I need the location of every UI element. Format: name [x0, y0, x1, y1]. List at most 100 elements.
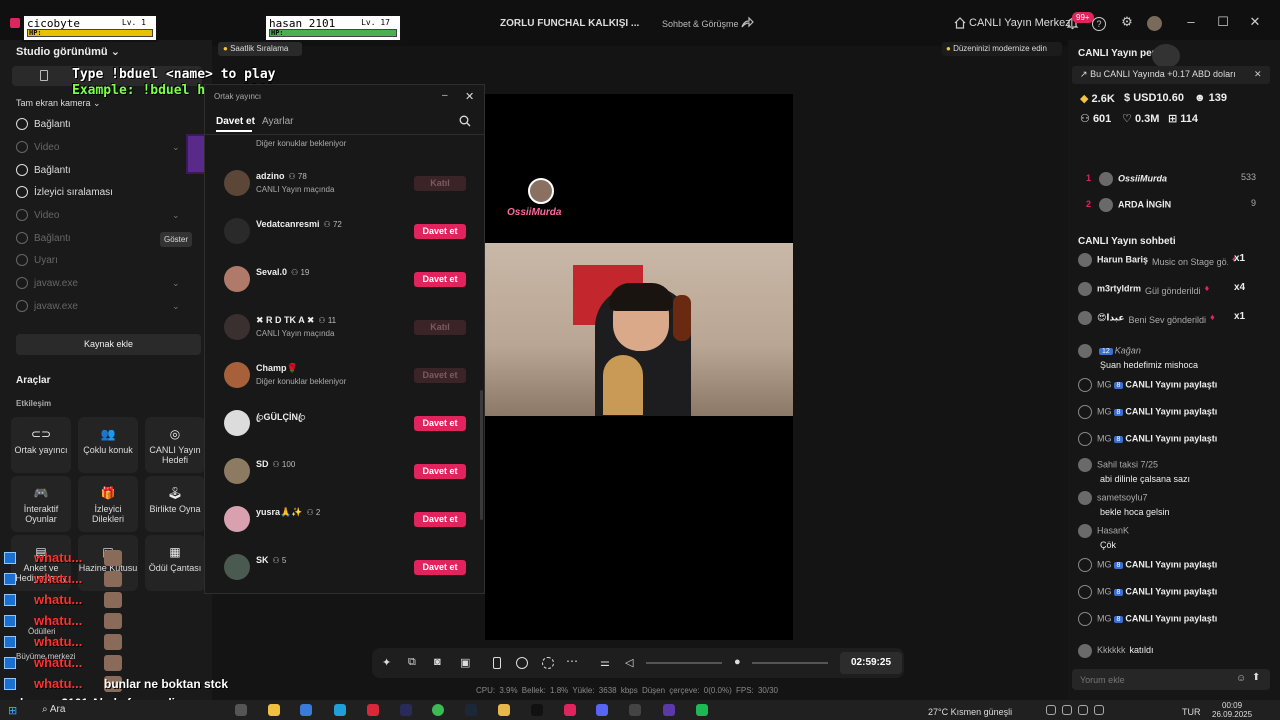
avatar[interactable] [224, 362, 250, 388]
record-icon[interactable] [516, 657, 528, 669]
help-icon[interactable]: ? [1092, 17, 1106, 31]
tool-joystick[interactable]: 🕹 Birlikte Oyna [145, 476, 205, 532]
chat-user[interactable]: MG [1097, 559, 1112, 569]
invite-button[interactable]: Davet et [414, 512, 466, 527]
maximize-icon[interactable]: ☐ [1214, 14, 1232, 32]
obs-icon[interactable] [663, 704, 675, 716]
discord-icon[interactable] [596, 704, 608, 716]
opera-icon[interactable] [367, 704, 379, 716]
avatar[interactable] [224, 266, 250, 292]
comment-input[interactable] [1080, 672, 1230, 687]
capture-icon[interactable] [542, 657, 554, 669]
chat-user[interactable]: Harun Bariş [1097, 254, 1148, 264]
send-icon[interactable]: ⬆ [1252, 672, 1260, 683]
live-center-button[interactable]: CANLI Yayın Merkezi [969, 17, 1073, 29]
close-window-icon[interactable]: ✕ [1246, 14, 1264, 32]
steam-icon[interactable] [465, 704, 477, 716]
earnings-banner[interactable]: ↗ Bu CANLI Yayında +0.17 ABD doları [1072, 66, 1270, 84]
chrome-icon[interactable] [432, 704, 444, 716]
portrait-icon[interactable] [493, 657, 501, 669]
chat-user[interactable]: MG [1097, 613, 1112, 623]
file-explorer-icon[interactable] [268, 704, 280, 716]
language-indicator[interactable]: TUR [1182, 707, 1201, 717]
avatar[interactable] [224, 410, 250, 436]
tiktok-icon[interactable] [531, 704, 543, 716]
mixer-icon[interactable]: ⚌ [600, 656, 610, 669]
emoji-icon[interactable]: ☺ [1236, 673, 1246, 684]
terminal-icon[interactable] [400, 704, 412, 716]
chevron-up-icon[interactable] [1046, 705, 1056, 715]
chevron-down-icon[interactable]: ⌄ [172, 210, 180, 221]
tool-target[interactable]: ◎ CANLI Yayın Hedefi [145, 417, 205, 473]
windows-start-icon[interactable]: ⊞ [8, 704, 17, 717]
tool-gift[interactable]: 🎁 İzleyici Dilekleri [78, 476, 138, 532]
banner-close-icon[interactable]: ✕ [1254, 69, 1262, 80]
chevron-down-icon[interactable]: ⌄ [172, 278, 180, 289]
top-gifter-row[interactable]: 2 ARDA İNGİN 9 [1086, 198, 1262, 212]
join-button[interactable]: Davet et [414, 368, 466, 383]
chevron-down-icon[interactable]: ⌄ [172, 301, 180, 312]
task-view-icon[interactable] [235, 704, 247, 716]
chat-user[interactable]: Sahil taksi 7/25 [1097, 459, 1158, 469]
chat-user[interactable]: m3rtyldrm [1097, 283, 1141, 293]
invite-button[interactable]: Davet et [414, 416, 466, 431]
chat-user[interactable]: Kkkkkk [1097, 645, 1126, 655]
tool-link[interactable]: ⊂⊃ Ortak yayıncı [11, 417, 71, 473]
profile-avatar[interactable] [1147, 16, 1162, 31]
source-item[interactable]: javaw.exe [16, 300, 78, 312]
invite-button[interactable]: Davet et [414, 560, 466, 575]
search-icon[interactable] [459, 115, 471, 127]
panel-minimize-icon[interactable]: – [442, 90, 448, 101]
source-item[interactable]: javaw.exe [16, 277, 78, 289]
join-button[interactable]: Katıl [414, 320, 466, 335]
chat-user[interactable]: 😍عبدا [1097, 312, 1125, 322]
tab-settings[interactable]: Ayarlar [262, 116, 294, 127]
chevron-down-icon[interactable]: ⌄ [172, 142, 180, 153]
mic-slider[interactable] [752, 662, 828, 664]
source-item[interactable]: Uyarı [16, 254, 58, 266]
volume-tray-icon[interactable] [1078, 705, 1088, 715]
guest-avatar[interactable] [528, 178, 554, 204]
studio-view-dropdown[interactable]: Studio görünümü ⌄ [16, 45, 120, 58]
chat-user[interactable]: MG [1097, 379, 1112, 389]
tool-gamepad[interactable]: 🎮 İnteraktif Oyunlar [11, 476, 71, 532]
invite-button[interactable]: Davet et [414, 224, 466, 239]
chat-user[interactable]: MG [1097, 586, 1112, 596]
modernize-hint[interactable]: ● Düzeninizi modernize edin [942, 42, 1062, 56]
chat-user[interactable]: HasanK [1097, 525, 1129, 535]
battery-icon[interactable] [1094, 705, 1104, 715]
source-item[interactable]: Bağlantı [16, 232, 71, 244]
spotify-icon[interactable] [696, 704, 708, 716]
invite-button[interactable]: Davet et [414, 464, 466, 479]
chat-user[interactable]: sametsoylu7 [1097, 492, 1148, 502]
share-icon[interactable] [740, 16, 754, 30]
source-item[interactable]: Bağlantı [16, 164, 71, 176]
edge-icon[interactable] [334, 704, 346, 716]
avatar[interactable] [224, 218, 250, 244]
avatar[interactable] [224, 554, 250, 580]
source-item[interactable]: Bağlantı [16, 118, 71, 130]
magic-icon[interactable]: ✦ [382, 656, 391, 669]
tool-users[interactable]: 👥 Çoklu konuk [78, 417, 138, 473]
fullscreen-camera-dropdown[interactable]: Tam ekran kamera ⌄ [16, 98, 101, 109]
network-icon[interactable] [1062, 705, 1072, 715]
source-item[interactable]: İzleyici sıralaması [16, 186, 113, 198]
volume-icon[interactable]: ◁ [625, 656, 633, 669]
more-icon[interactable]: ⋯ [566, 654, 578, 668]
tab-invite[interactable]: Davet et [216, 116, 255, 127]
chat-user[interactable]: MG [1097, 433, 1112, 443]
chat-user[interactable]: Kağan [1115, 345, 1141, 355]
screen-icon[interactable]: ▣ [460, 656, 470, 669]
hourly-rank-badge[interactable]: ● Saatlik Sıralama [218, 42, 302, 56]
tool-bag[interactable]: ▦ Ödül Çantası [145, 535, 205, 591]
microphone-icon[interactable]: ● [734, 656, 741, 668]
chat-call-menu[interactable]: Sohbet & Görüşme [662, 19, 739, 29]
settings-gear-icon[interactable]: ⚙ [1118, 14, 1136, 32]
minimize-icon[interactable]: – [1182, 14, 1200, 32]
tiktok-live-icon[interactable] [564, 704, 576, 716]
volume-slider[interactable] [646, 662, 722, 664]
github-icon[interactable] [629, 704, 641, 716]
avatar[interactable] [224, 458, 250, 484]
store-icon[interactable] [300, 704, 312, 716]
invite-button[interactable]: Davet et [414, 272, 466, 287]
